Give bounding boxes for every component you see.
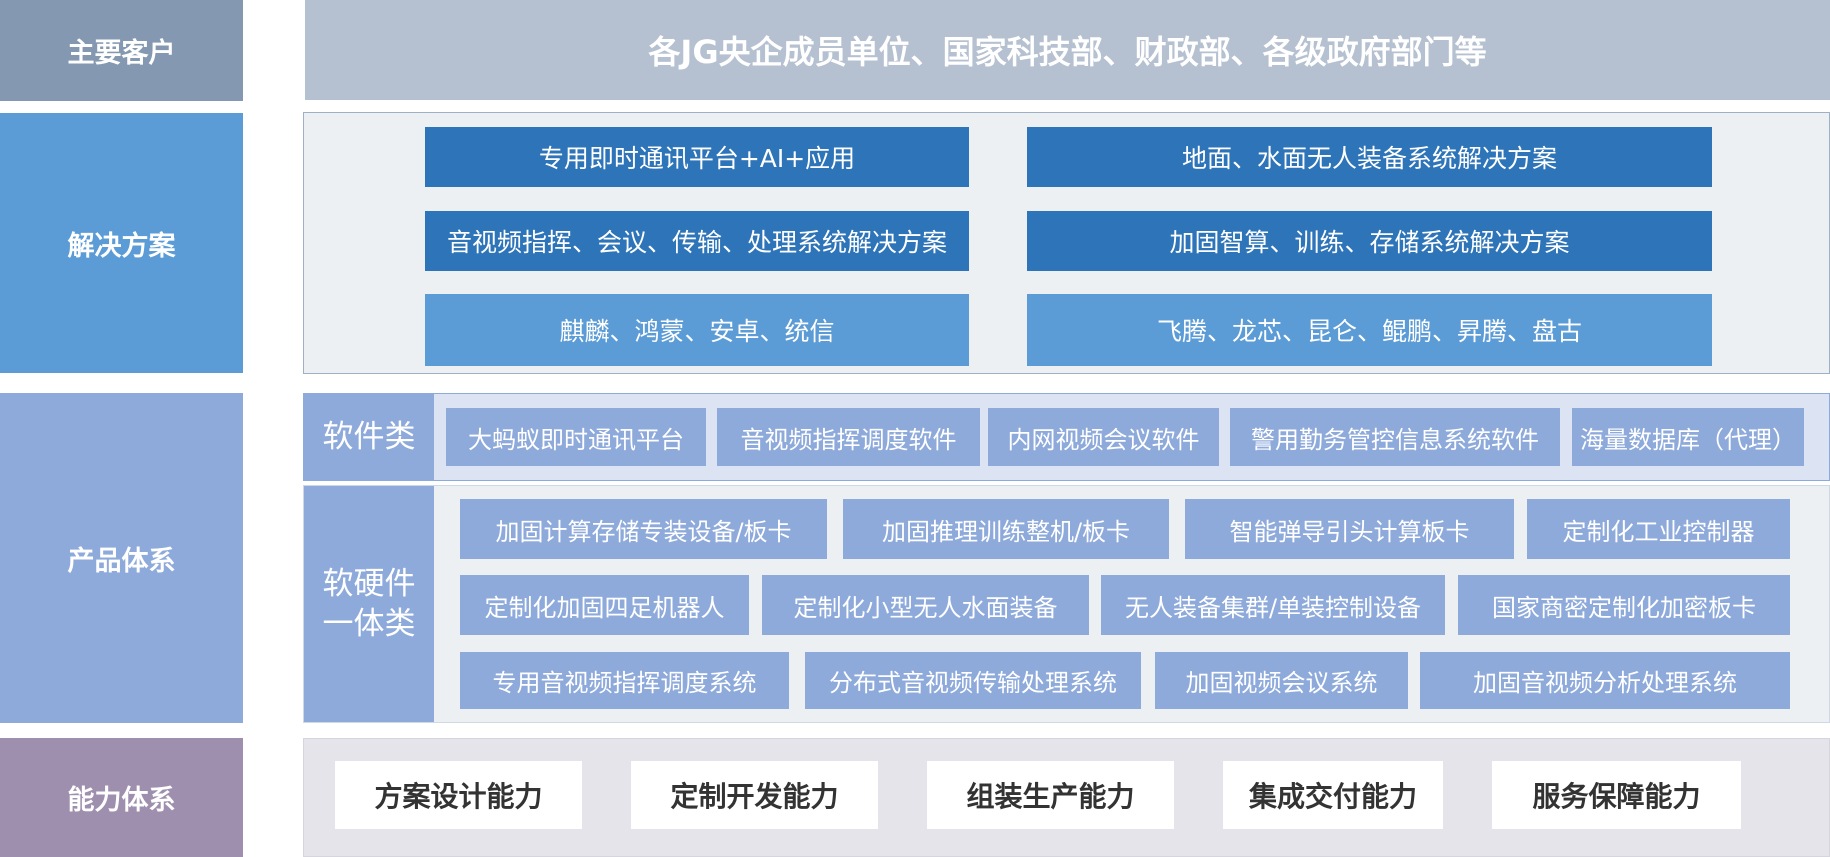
hardware-item: 分布式音视频传输处理系统 — [805, 652, 1141, 709]
solutions-label: 解决方案 — [0, 113, 243, 373]
capability-item: 定制开发能力 — [631, 761, 878, 829]
hardware-item: 国家商密定制化加密板卡 — [1458, 575, 1790, 635]
hardware-item: 定制化小型无人水面装备 — [762, 575, 1089, 635]
products-label: 产品体系 — [0, 393, 243, 723]
solution-item: 麒麟、鸿蒙、安卓、统信 — [425, 294, 969, 366]
hardware-item: 加固视频会议系统 — [1155, 652, 1408, 709]
hardware-item: 加固音视频分析处理系统 — [1420, 652, 1790, 709]
capability-item: 集成交付能力 — [1223, 761, 1443, 829]
hardware-label: 软硬件 一体类 — [304, 486, 434, 722]
software-item: 海量数据库（代理） — [1572, 408, 1804, 466]
capabilities-label: 能力体系 — [0, 738, 243, 857]
software-item: 内网视频会议软件 — [988, 408, 1219, 466]
hardware-label-line2: 一体类 — [322, 606, 416, 642]
hardware-item: 定制化加固四足机器人 — [460, 575, 749, 635]
hardware-item: 智能弹导引头计算板卡 — [1185, 499, 1514, 559]
software-item: 警用勤务管控信息系统软件 — [1230, 408, 1560, 466]
software-label: 软件类 — [304, 394, 434, 480]
capability-item: 方案设计能力 — [335, 761, 582, 829]
solution-item: 地面、水面无人装备系统解决方案 — [1027, 127, 1712, 187]
hardware-item: 加固计算存储专装设备/板卡 — [460, 499, 827, 559]
capability-item: 服务保障能力 — [1492, 761, 1741, 829]
hardware-item: 定制化工业控制器 — [1527, 499, 1790, 559]
software-item: 大蚂蚁即时通讯平台 — [446, 408, 706, 466]
capability-item: 组装生产能力 — [927, 761, 1174, 829]
solution-item: 音视频指挥、会议、传输、处理系统解决方案 — [425, 211, 969, 271]
hardware-label-line1: 软硬件 — [322, 566, 416, 602]
software-item: 音视频指挥调度软件 — [717, 408, 980, 466]
hardware-item: 加固推理训练整机/板卡 — [843, 499, 1169, 559]
solution-item: 飞腾、龙芯、昆仑、鲲鹏、昇腾、盘古 — [1027, 294, 1712, 366]
solution-item: 加固智算、训练、存储系统解决方案 — [1027, 211, 1712, 271]
hardware-item: 无人装备集群/单装控制设备 — [1101, 575, 1445, 635]
customers-panel: 各JG央企成员单位、国家科技部、财政部、各级政府部门等 — [305, 0, 1830, 100]
solution-item: 专用即时通讯平台+AI+应用 — [425, 127, 969, 187]
hardware-item: 专用音视频指挥调度系统 — [460, 652, 789, 709]
customers-label: 主要客户 — [0, 0, 243, 101]
